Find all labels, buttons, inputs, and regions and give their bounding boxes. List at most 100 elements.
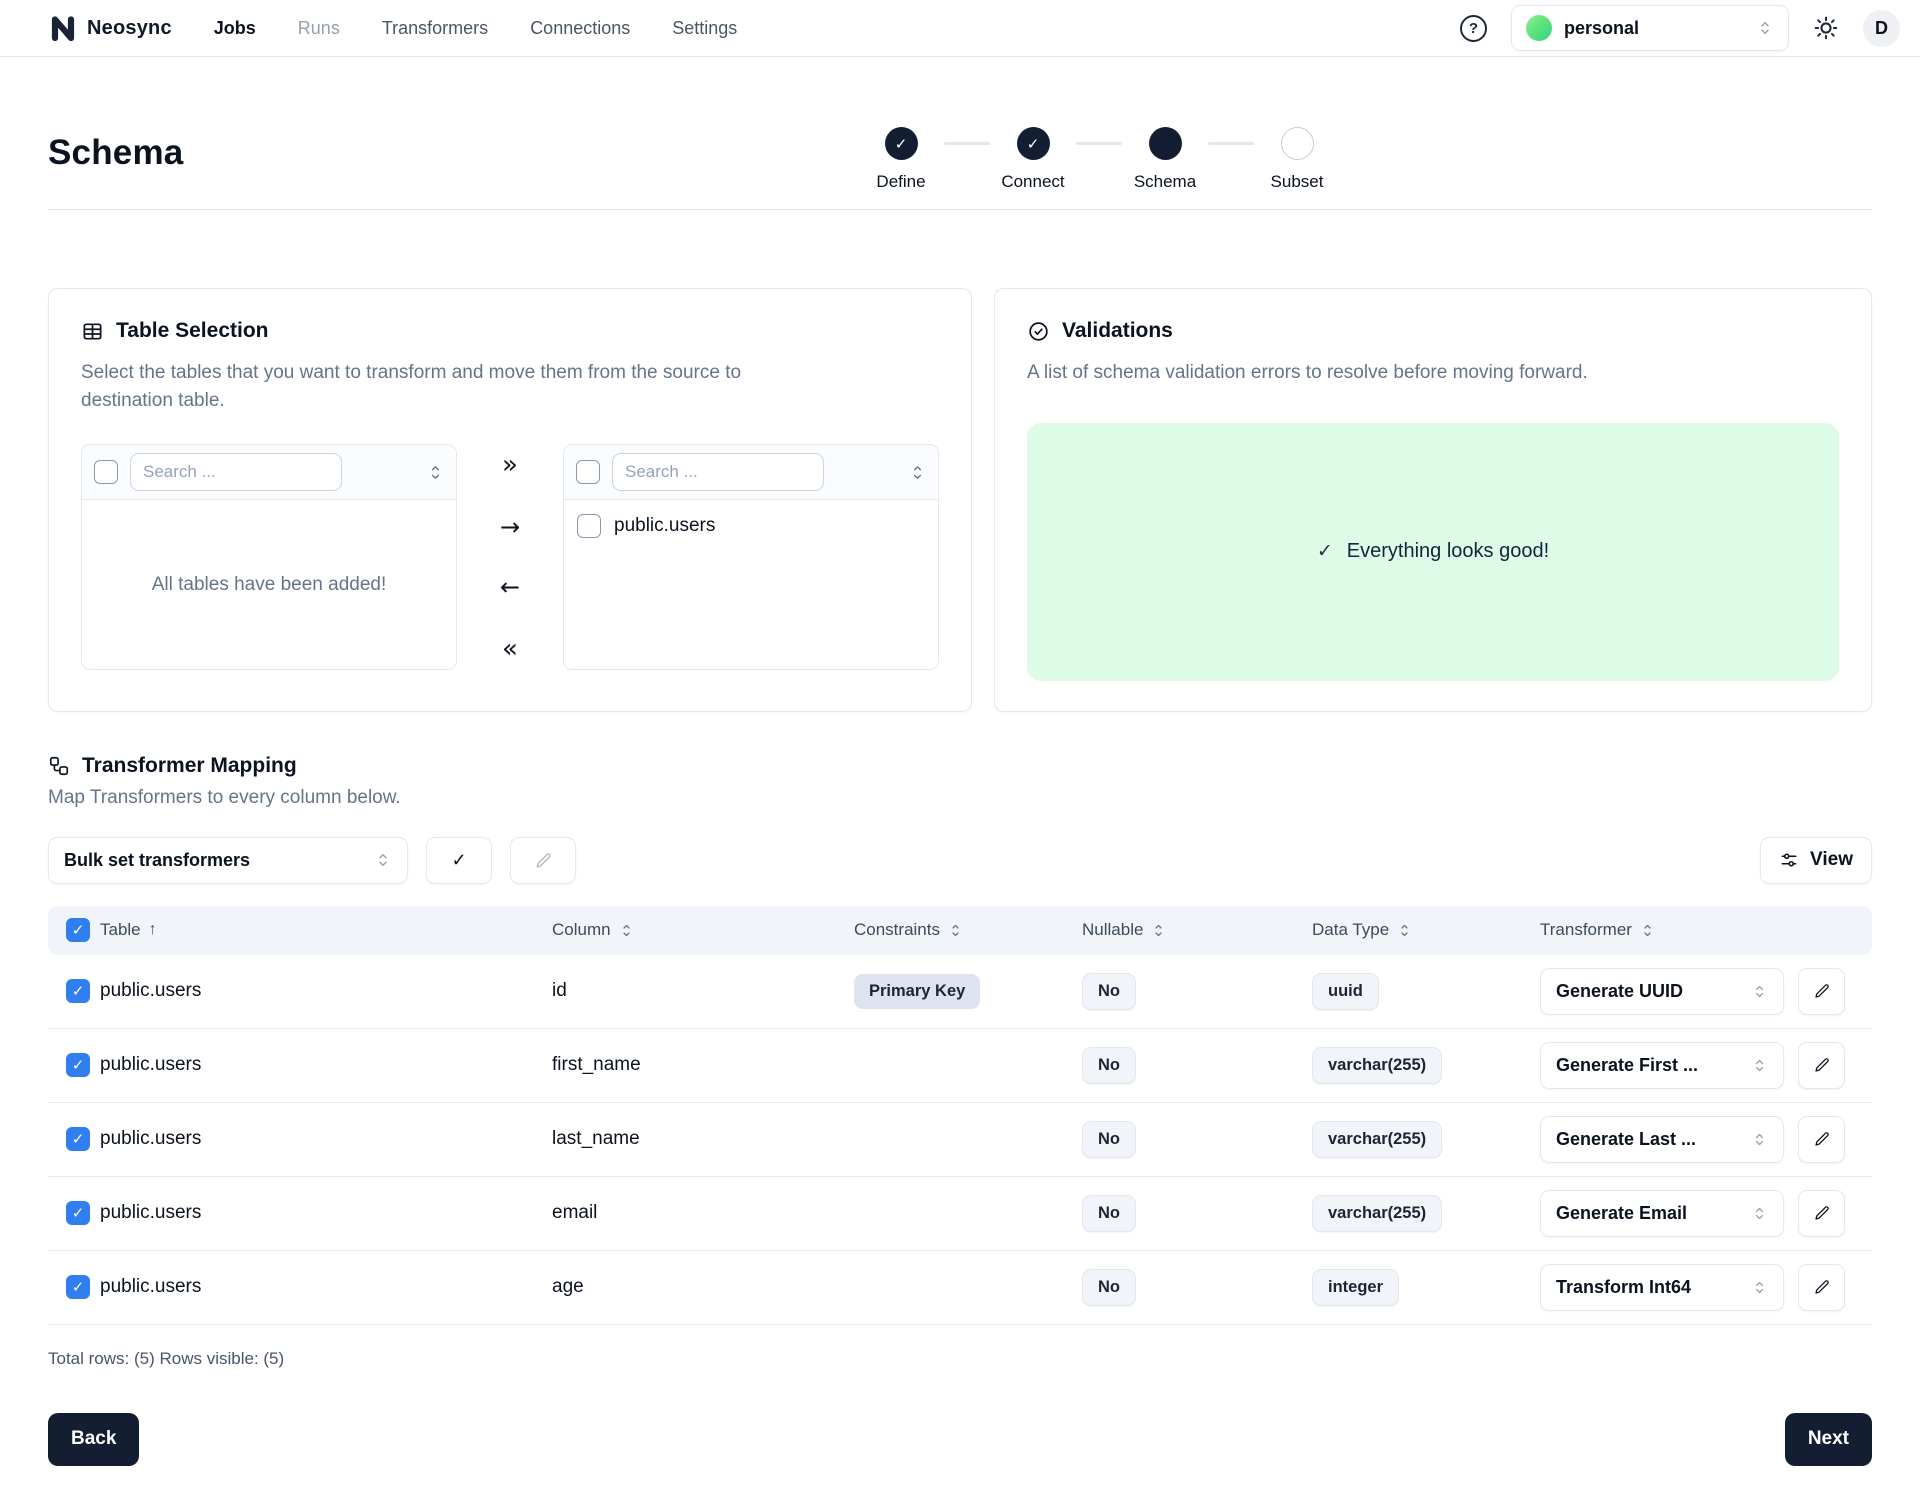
table-row-summary: Total rows: (5) Rows visible: (5) [48,1349,1872,1369]
account-selected-label: personal [1564,18,1744,39]
table-row: public.users first_name No varchar(255) … [48,1029,1872,1103]
transformer-select[interactable]: Generate Last ... [1540,1116,1784,1163]
nav-item-settings[interactable]: Settings [672,18,737,39]
edit-transformer-button[interactable] [1798,1190,1845,1237]
step-subset-label: Subset [1271,172,1324,192]
chevron-up-down-icon [1751,1057,1768,1074]
row-checkbox[interactable] [66,1275,90,1299]
row-checkbox[interactable] [66,1201,90,1225]
chevron-up-down-icon [374,851,392,869]
move-all-right-icon[interactable]: » [502,452,518,478]
row-checkbox[interactable] [66,1053,90,1077]
column-header-data-type[interactable]: Data Type [1312,920,1540,940]
nav-item-transformers[interactable]: Transformers [382,18,488,39]
transfer-buttons: » → ← « [457,444,563,670]
row-checkbox[interactable] [66,1127,90,1151]
constraint-badge: Primary Key [854,974,980,1009]
validations-description: A list of schema validation errors to re… [1027,359,1747,387]
pencil-icon [1813,1204,1831,1222]
move-left-icon[interactable]: ← [500,575,520,599]
destination-sort-icon[interactable] [909,464,926,481]
step-connect-check-icon: ✓ [1017,127,1050,160]
bulk-select-label: Bulk set transformers [64,850,250,871]
column-header-nullable[interactable]: Nullable [1082,920,1312,940]
validation-success-box: ✓ Everything looks good! [1027,423,1839,681]
step-define[interactable]: ✓ Define [858,127,944,192]
apply-bulk-button[interactable]: ✓ [426,837,492,884]
source-sort-icon[interactable] [427,464,444,481]
nullable-badge: No [1082,1047,1136,1084]
destination-select-all-checkbox[interactable] [576,460,600,484]
chevron-up-down-icon [1751,1279,1768,1296]
data-type-badge: varchar(255) [1312,1047,1442,1084]
table-row: public.users email No varchar(255) Gener… [48,1177,1872,1251]
cell-column: first_name [552,1054,854,1076]
step-connect[interactable]: ✓ Connect [990,127,1076,192]
cell-table: public.users [100,1202,552,1224]
brand-name: Neosync [87,17,172,40]
chevron-up-down-icon [1751,1205,1768,1222]
nav-item-connections[interactable]: Connections [530,18,630,39]
transformer-select[interactable]: Transform Int64 [1540,1264,1784,1311]
bulk-set-transformers-select[interactable]: Bulk set transformers [48,837,408,884]
transformer-select[interactable]: Generate First ... [1540,1042,1784,1089]
step-schema-label: Schema [1134,172,1196,192]
sort-icon [948,923,963,938]
pencil-icon [1813,1278,1831,1296]
nav-item-runs[interactable]: Runs [298,18,340,39]
transformer-select[interactable]: Generate Email [1540,1190,1784,1237]
help-icon[interactable]: ? [1460,15,1487,42]
transformer-mapping-subtitle: Map Transformers to every column below. [48,787,1872,809]
step-define-check-icon: ✓ [885,127,918,160]
source-tables-listbox: All tables have been added! [81,444,457,670]
select-all-rows-checkbox[interactable] [66,918,90,942]
chevron-up-down-icon [1751,1131,1768,1148]
source-search-input[interactable] [130,453,342,491]
step-subset[interactable]: Subset [1254,127,1340,192]
step-subset-upcoming-icon [1281,127,1314,160]
back-button[interactable]: Back [48,1413,139,1466]
account-switcher-select[interactable]: personal [1511,5,1789,51]
list-item[interactable]: public.users [564,500,938,552]
next-button[interactable]: Next [1785,1413,1872,1466]
account-avatar-dot [1526,15,1552,41]
destination-search-input[interactable] [612,453,824,491]
title-divider [48,209,1872,210]
user-avatar[interactable]: D [1863,10,1900,47]
edit-transformer-button[interactable] [1798,1264,1845,1311]
table-row: public.users id Primary Key No uuid Gene… [48,955,1872,1029]
column-header-column[interactable]: Column [552,920,854,940]
column-header-transformer[interactable]: Transformer [1540,920,1798,940]
edit-bulk-button[interactable] [510,837,576,884]
move-all-left-icon[interactable]: « [502,636,518,662]
main-nav: Jobs Runs Transformers Connections Setti… [214,18,738,39]
column-header-constraints[interactable]: Constraints [854,920,1082,940]
data-type-badge: integer [1312,1269,1399,1306]
transformer-mapping-title: Transformer Mapping [82,754,297,778]
edit-transformer-button[interactable] [1798,968,1845,1015]
destination-item-checkbox[interactable] [577,514,601,538]
move-right-icon[interactable]: → [500,515,520,539]
edit-transformer-button[interactable] [1798,1042,1845,1089]
view-options-button[interactable]: View [1760,837,1872,884]
row-checkbox[interactable] [66,979,90,1003]
column-header-table[interactable]: Table ↑ [100,920,552,940]
nullable-badge: No [1082,973,1136,1010]
edit-transformer-button[interactable] [1798,1116,1845,1163]
pencil-icon [1813,982,1831,1000]
validations-card: Validations A list of schema validation … [994,288,1872,712]
source-select-all-checkbox[interactable] [94,460,118,484]
neosync-logo-icon [48,13,78,43]
nav-item-jobs[interactable]: Jobs [214,18,256,39]
sort-icon [1397,923,1412,938]
theme-toggle-button[interactable] [1813,15,1839,41]
step-schema[interactable]: Schema [1122,127,1208,192]
sort-asc-icon: ↑ [149,921,157,939]
chevron-up-down-icon [1751,983,1768,1000]
transformer-select[interactable]: Generate UUID [1540,968,1784,1015]
success-message: Everything looks good! [1347,540,1549,563]
nullable-badge: No [1082,1269,1136,1306]
brand[interactable]: Neosync [48,13,172,43]
sort-icon [1640,923,1655,938]
cell-column: last_name [552,1128,854,1150]
